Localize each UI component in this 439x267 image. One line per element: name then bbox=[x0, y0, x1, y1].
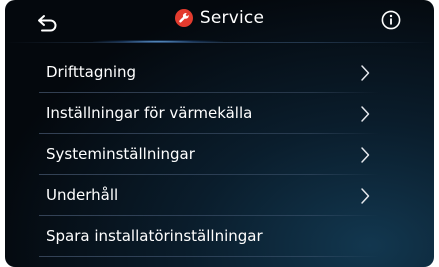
header-glow bbox=[93, 40, 223, 43]
page-title: Service bbox=[199, 8, 265, 28]
menu-item-label: Spara installatörinställningar bbox=[46, 227, 263, 245]
service-screen: Service Drifttagning Inställningar för v… bbox=[5, 0, 434, 267]
service-menu: Drifttagning Inställningar för värmekäll… bbox=[5, 52, 434, 257]
header-bar: Service bbox=[5, 0, 434, 45]
chevron-right-icon bbox=[361, 147, 370, 163]
menu-item-underhall[interactable]: Underhåll bbox=[5, 175, 434, 216]
info-icon bbox=[381, 10, 401, 30]
chevron-right-icon bbox=[361, 188, 370, 204]
menu-item-spara-installatorinstallningar[interactable]: Spara installatörinställningar bbox=[5, 216, 434, 257]
info-button[interactable] bbox=[379, 8, 403, 32]
menu-item-label: Inställningar för värmekälla bbox=[46, 104, 253, 122]
menu-item-drifttagning[interactable]: Drifttagning bbox=[5, 52, 434, 93]
chevron-right-icon bbox=[361, 106, 370, 122]
menu-item-label: Underhåll bbox=[46, 186, 119, 204]
chevron-right-icon bbox=[361, 65, 370, 81]
menu-item-label: Drifttagning bbox=[46, 63, 137, 81]
divider bbox=[39, 256, 379, 257]
menu-item-systeminstallningar[interactable]: Systeminställningar bbox=[5, 134, 434, 175]
menu-item-label: Systeminställningar bbox=[46, 145, 195, 163]
menu-item-installningar-varmekalla[interactable]: Inställningar för värmekälla bbox=[5, 93, 434, 134]
wrench-icon bbox=[174, 9, 193, 27]
page-title-group: Service bbox=[5, 8, 434, 28]
